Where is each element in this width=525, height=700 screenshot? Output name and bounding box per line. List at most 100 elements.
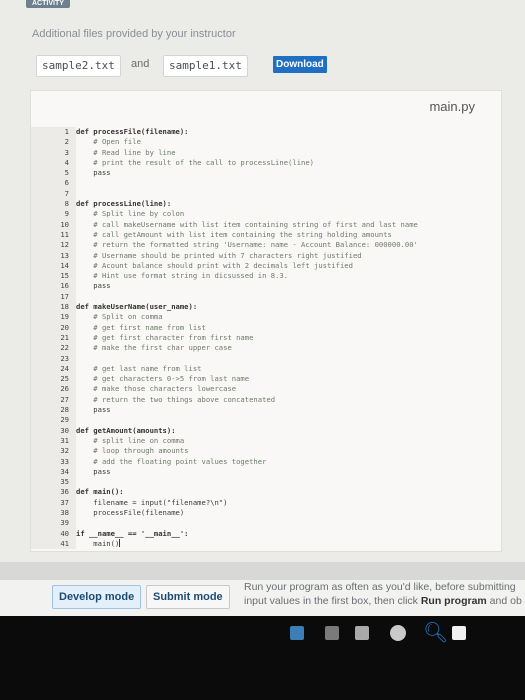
code-line[interactable]: 40 if __name__ == '__main__': <box>31 529 418 539</box>
code-text[interactable]: def main(): <box>76 487 124 497</box>
code-line[interactable]: 33 # add the floating point values toget… <box>31 457 418 467</box>
code-text[interactable]: # Split line by colon <box>76 209 184 219</box>
code-text[interactable]: # loop through amounts <box>76 446 188 456</box>
code-line[interactable]: 26 # make those characters lowercase <box>31 384 418 394</box>
code-line[interactable]: 14 # Acount balance should print with 2 … <box>31 261 418 271</box>
code-line[interactable]: 32 # loop through amounts <box>31 446 418 456</box>
code-line[interactable]: 28 pass <box>31 405 418 415</box>
file-sample2-link[interactable]: sample2.txt <box>36 55 121 77</box>
line-number: 38 <box>60 507 69 517</box>
code-line[interactable]: 20 # get first name from list <box>31 323 418 333</box>
code-text[interactable]: # return the two things above concatenat… <box>76 395 275 405</box>
line-number: 30 <box>60 425 69 435</box>
code-area[interactable]: 1 def processFile(filename): 2 # Open file… <box>31 127 418 549</box>
code-line[interactable]: 19 # Split on comma <box>31 312 418 322</box>
code-line[interactable]: 18 def makeUserName(user_name): <box>31 302 418 312</box>
code-line[interactable]: 3 # Read line by line <box>31 148 418 158</box>
line-number: 12 <box>60 240 69 250</box>
code-editor[interactable]: main.py 1 def processFile(filename): 2 # O… <box>30 90 502 552</box>
develop-mode-button[interactable]: Develop mode <box>52 585 142 609</box>
code-text[interactable]: def makeUserName(user_name): <box>76 302 197 312</box>
code-text[interactable]: # Split on comma <box>76 312 162 322</box>
code-line[interactable]: 4 # print the result of the call to proc… <box>31 158 418 168</box>
download-button[interactable]: Download <box>273 56 327 73</box>
code-line[interactable]: 36 def main(): <box>31 487 418 497</box>
code-text[interactable]: # make those characters lowercase <box>76 384 236 394</box>
browser-icon[interactable] <box>390 625 406 641</box>
code-line[interactable]: 38 processFile(filename) <box>31 508 418 518</box>
code-text[interactable]: # Username should be printed with 7 char… <box>76 251 361 261</box>
code-text[interactable]: # make the first char upper case <box>76 343 231 353</box>
code-text[interactable]: # split line on comma <box>76 436 184 446</box>
code-text[interactable]: def getAmount(amounts): <box>76 426 176 436</box>
line-number: 28 <box>60 405 69 415</box>
code-line[interactable]: 6 <box>31 178 418 188</box>
code-text[interactable]: processFile(filename) <box>76 508 184 518</box>
code-text[interactable]: def processLine(line): <box>76 199 171 209</box>
code-text[interactable]: # Hint use format string in dicsussed in… <box>76 271 288 281</box>
code-line[interactable]: 15 # Hint use format string in dicsussed… <box>31 271 418 281</box>
code-line[interactable]: 24 # get last name from list <box>31 364 418 374</box>
code-line[interactable]: 12 # return the formatted string 'Userna… <box>31 240 418 250</box>
code-line[interactable]: 39 <box>31 518 418 528</box>
code-text[interactable]: pass <box>76 467 110 477</box>
code-text[interactable]: filename = input("filename?\n") <box>76 498 227 508</box>
code-text[interactable]: # get characters 0->5 from last name <box>76 374 249 384</box>
search-icon[interactable]: 🔍︎ <box>423 620 448 645</box>
code-text[interactable]: # return the formatted string 'Username:… <box>76 240 418 250</box>
code-text[interactable]: # Read line by line <box>76 148 175 158</box>
code-line[interactable]: 35 <box>31 477 418 487</box>
code-text[interactable]: if __name__ == '__main__': <box>76 529 189 539</box>
code-line[interactable]: 27 # return the two things above concate… <box>31 395 418 405</box>
code-text[interactable]: # get last name from list <box>76 364 201 374</box>
code-line[interactable]: 2 # Open file <box>31 137 418 147</box>
code-text[interactable]: # get first name from list <box>76 323 206 333</box>
code-text[interactable]: # print the result of the call to proces… <box>76 158 314 168</box>
code-text[interactable]: # Acount balance should print with 2 dec… <box>76 261 353 271</box>
code-line[interactable]: 13 # Username should be printed with 7 c… <box>31 251 418 261</box>
line-number: 26 <box>60 384 69 394</box>
media-icon[interactable] <box>325 626 339 640</box>
code-line[interactable]: 37 filename = input("filename?\n") <box>31 498 418 508</box>
code-text[interactable]: # add the floating point values together <box>76 457 266 467</box>
code-line[interactable]: 5 pass <box>31 168 418 178</box>
code-line[interactable]: 8 def processLine(line): <box>31 199 418 209</box>
line-number: 40 <box>60 528 69 538</box>
folder-icon[interactable] <box>290 626 304 640</box>
code-text[interactable]: # call makeUsername with list item conta… <box>76 220 418 230</box>
code-line[interactable]: 7 <box>31 189 418 199</box>
code-line[interactable]: 17 <box>31 292 418 302</box>
code-line[interactable]: 11 # call getAmount with list item conta… <box>31 230 418 240</box>
code-line[interactable]: 41 main() <box>31 538 418 549</box>
code-text[interactable]: # call getAmount with list item containi… <box>76 230 392 240</box>
line-number: 9 <box>64 209 69 219</box>
activity-tab[interactable]: ACTIVITY <box>26 0 70 8</box>
line-number: 10 <box>60 219 69 229</box>
code-line[interactable]: 10 # call makeUsername with list item co… <box>31 220 418 230</box>
code-line[interactable]: 31 # split line on comma <box>31 436 418 446</box>
code-line[interactable]: 25 # get characters 0->5 from last name <box>31 374 418 384</box>
document-icon[interactable] <box>355 626 369 640</box>
code-line[interactable]: 1 def processFile(filename): <box>31 127 418 137</box>
code-text[interactable]: pass <box>76 281 110 291</box>
code-line[interactable]: 34 pass <box>31 467 418 477</box>
file-sample1-link[interactable]: sample1.txt <box>163 55 248 77</box>
submit-mode-button[interactable]: Submit mode <box>146 585 230 609</box>
code-text[interactable]: pass <box>76 405 110 415</box>
code-text[interactable]: pass <box>76 168 110 178</box>
code-line[interactable]: 21 # get first character from first name <box>31 333 418 343</box>
window-icon[interactable] <box>452 626 466 640</box>
code-line[interactable]: 29 <box>31 415 418 425</box>
code-text[interactable]: def processFile(filename): <box>76 127 189 137</box>
code-line[interactable]: 22 # make the first char upper case <box>31 343 418 353</box>
code-text[interactable]: main() <box>76 539 119 549</box>
run-instructions: Run your program as often as you'd like,… <box>244 580 522 608</box>
line-number: 19 <box>60 312 69 322</box>
code-text[interactable]: # get first character from first name <box>76 333 253 343</box>
code-line[interactable]: 30 def getAmount(amounts): <box>31 426 418 436</box>
code-text[interactable]: # Open file <box>76 137 141 147</box>
editor-filename: main.py <box>429 99 475 114</box>
code-line[interactable]: 9 # Split line by colon <box>31 209 418 219</box>
code-line[interactable]: 16 pass <box>31 281 418 291</box>
code-line[interactable]: 23 <box>31 354 418 364</box>
